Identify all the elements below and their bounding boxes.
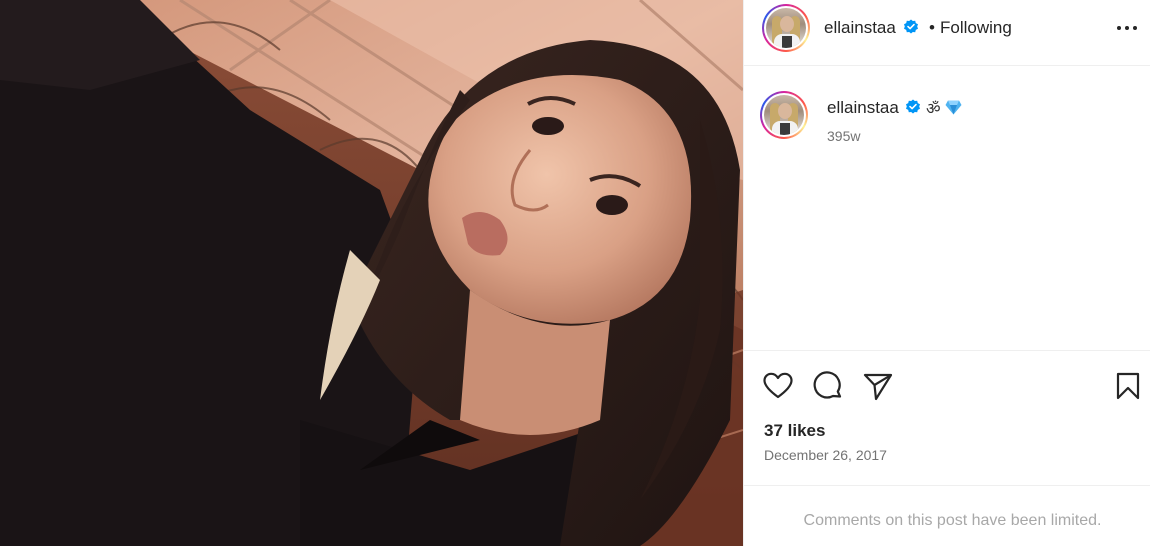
caption-avatar[interactable]	[760, 91, 808, 139]
gem-emoji-icon	[945, 100, 962, 115]
post-photo[interactable]	[0, 0, 743, 546]
more-horizontal-icon[interactable]	[1116, 20, 1138, 36]
caption-time-ago[interactable]: 395w	[827, 128, 860, 144]
avatar-image	[766, 8, 806, 48]
comments-footer: Comments on this post have been limited.	[744, 485, 1150, 546]
heart-icon[interactable]	[762, 370, 794, 402]
likes-count[interactable]: 37 likes	[764, 421, 825, 441]
separator-dot: •	[929, 18, 935, 37]
selfie-image	[0, 0, 743, 546]
comments-limited-notice: Comments on this post have been limited.	[803, 512, 1102, 529]
caption-username[interactable]: ellainstaa	[827, 98, 899, 118]
avatar-image	[764, 95, 804, 135]
post-header: ellainstaa • Following	[744, 0, 1150, 66]
avatar[interactable]	[762, 4, 810, 52]
send-icon[interactable]	[862, 370, 894, 402]
verified-badge-icon	[904, 19, 918, 34]
comment-icon[interactable]	[812, 370, 844, 402]
verified-badge-icon	[906, 99, 920, 114]
bookmark-icon[interactable]	[1112, 370, 1144, 402]
post-details-panel: ellainstaa • Following ellainstaa ॐ 395w…	[743, 0, 1150, 546]
om-emoji: ॐ	[926, 101, 941, 118]
following-button[interactable]: Following	[940, 18, 1012, 38]
post-actions: 37 likes December 26, 2017	[744, 350, 1150, 485]
post-username[interactable]: ellainstaa	[824, 18, 896, 38]
post-date[interactable]: December 26, 2017	[764, 447, 887, 463]
